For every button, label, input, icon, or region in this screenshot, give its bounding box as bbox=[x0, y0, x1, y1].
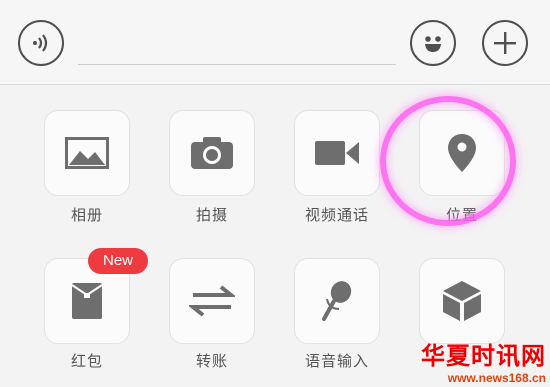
box-icon bbox=[443, 281, 481, 321]
location-pin-icon bbox=[448, 134, 476, 172]
voice-input-tile[interactable] bbox=[294, 258, 380, 344]
voice-button[interactable] bbox=[18, 20, 64, 66]
transfer-label: 转账 bbox=[195, 352, 228, 370]
voice-icon bbox=[33, 34, 48, 52]
camera-tile[interactable] bbox=[169, 110, 255, 196]
camera-icon bbox=[191, 137, 233, 169]
red-packet-label: 红包 bbox=[70, 352, 103, 370]
image-icon bbox=[65, 137, 109, 169]
emoji-button[interactable] bbox=[410, 20, 456, 66]
watermark-title: 华夏时讯网 bbox=[421, 342, 546, 370]
voice-input-label: 语音输入 bbox=[304, 352, 369, 370]
camera-label: 拍摄 bbox=[195, 206, 228, 224]
transfer-tile[interactable] bbox=[169, 258, 255, 344]
location-label: 位置 bbox=[445, 206, 478, 224]
plus-button[interactable] bbox=[482, 20, 528, 66]
album-label: 相册 bbox=[70, 206, 103, 224]
plus-icon bbox=[494, 32, 516, 54]
input-toolbar bbox=[0, 0, 550, 85]
microphone-icon bbox=[322, 281, 352, 321]
red-packet-icon bbox=[71, 283, 103, 319]
video-camera-icon bbox=[315, 141, 359, 165]
box-tile[interactable] bbox=[419, 258, 505, 344]
watermark: 华夏时讯网 www.news168.cn bbox=[421, 336, 546, 385]
video-call-label: 视频通话 bbox=[304, 206, 369, 224]
album-tile[interactable] bbox=[44, 110, 130, 196]
location-tile[interactable] bbox=[419, 110, 505, 196]
message-input[interactable] bbox=[78, 64, 396, 65]
new-badge: New bbox=[88, 248, 148, 274]
video-call-tile[interactable] bbox=[294, 110, 380, 196]
transfer-icon bbox=[189, 285, 235, 317]
watermark-url: www.news168.cn bbox=[447, 371, 546, 385]
emoji-icon bbox=[425, 36, 441, 52]
